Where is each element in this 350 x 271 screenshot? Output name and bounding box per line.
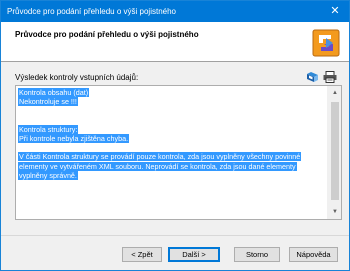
result-toolbar [306, 71, 340, 83]
save-icon[interactable] [306, 71, 319, 83]
help-button[interactable]: Nápověda [289, 247, 338, 262]
result-text: Kontrola obsahu (dat) Nekontroluje se !!… [18, 88, 327, 180]
scroll-down-icon[interactable]: ▼ [328, 205, 341, 219]
result-line: Nekontroluje se !!! [18, 97, 78, 107]
title-bar[interactable]: Průvodce pro podání přehledu o výši poji… [1, 1, 349, 22]
cancel-button[interactable]: Storno [234, 247, 280, 262]
result-gap [18, 116, 327, 125]
footer-divider [1, 235, 349, 236]
result-gap [18, 143, 327, 152]
result-line: elementy ve vytvářeném XML souboru. Nepr… [18, 161, 297, 171]
window-title: Průvodce pro podání přehledu o výši poji… [7, 7, 176, 16]
print-icon[interactable] [323, 71, 337, 83]
result-line: Při kontrole nebyla zjištěna chyba. [18, 133, 130, 143]
wizard-logo-icon [312, 29, 340, 57]
scrollbar-thumb[interactable] [331, 102, 339, 200]
result-label: Výsledek kontroly vstupních údajů: [15, 73, 139, 82]
result-textarea[interactable]: Kontrola obsahu (dat) Nekontroluje se !!… [15, 85, 342, 220]
back-button[interactable]: < Zpět [122, 247, 162, 262]
scroll-up-icon[interactable]: ▲ [328, 86, 341, 100]
page-title: Průvodce pro podání přehledu o výši poji… [15, 30, 199, 39]
result-line: V části Kontrola struktury se provádí po… [18, 152, 302, 162]
next-button[interactable]: Další > [168, 247, 220, 262]
wizard-window: Průvodce pro podání přehledu o výši poji… [0, 0, 350, 271]
vertical-scrollbar[interactable]: ▲ ▼ [327, 86, 341, 219]
result-line: Kontrola obsahu (dat) [18, 88, 90, 97]
close-icon[interactable]: ✕ [321, 1, 349, 22]
result-line: vyplněny správně. [18, 170, 78, 180]
result-gap [18, 106, 327, 115]
result-line: Kontrola struktury: [18, 124, 79, 134]
wizard-header: Průvodce pro podání přehledu o výši poji… [1, 22, 349, 62]
